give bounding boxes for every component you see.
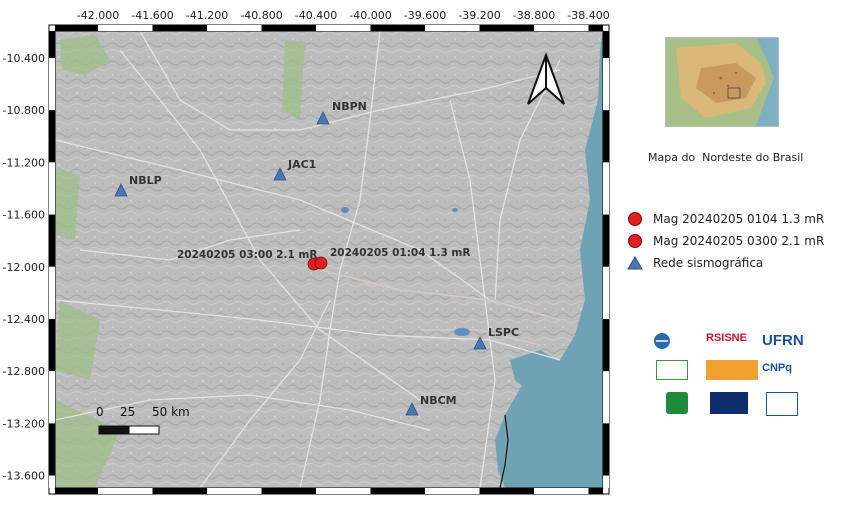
frame-tick <box>603 110 609 163</box>
longitude-tick-label: -40.000 <box>349 9 391 22</box>
frame-tick <box>98 25 153 31</box>
frame-tick <box>207 25 262 31</box>
frame-tick <box>534 25 589 31</box>
longitude-tick-label: -41.200 <box>186 9 228 22</box>
blue-triangle-icon <box>627 256 643 270</box>
latitude-tick-label: -13.200 <box>3 417 45 430</box>
longitude-tick-label: -38.400 <box>567 9 609 22</box>
frame-tick <box>207 488 262 494</box>
longitude-tick-label: -40.400 <box>295 9 337 22</box>
longitude-tick-label: -38.800 <box>513 9 555 22</box>
station-label-lspc: LSPC <box>488 326 519 339</box>
institution-logos: RSISNE UFRN CNPq <box>652 330 812 420</box>
longitude-tick-label: -40.800 <box>240 9 282 22</box>
longitude-tick-label: -41.600 <box>131 9 173 22</box>
latitude-tick-label: -12.400 <box>3 313 45 326</box>
frame-tick <box>603 58 609 111</box>
latitude-tick-label: -12.000 <box>3 261 45 274</box>
frame-tick <box>534 488 589 494</box>
legend-item: Rede sismográfica <box>627 252 824 274</box>
frame-tick <box>152 488 207 494</box>
frame-tick <box>152 25 207 31</box>
latitude-tick-label: -10.800 <box>3 104 45 117</box>
inct-logo <box>656 360 688 380</box>
latitude-tick-label: -13.600 <box>3 470 45 483</box>
frame-tick <box>479 25 534 31</box>
frame-tick <box>49 31 55 58</box>
frame-tick <box>49 475 55 488</box>
scale-label-25: 25 <box>120 405 135 419</box>
frame-tick <box>588 25 603 31</box>
frame-tick <box>603 31 609 58</box>
event-label-0300: 20240205 03:00 2.1 mR <box>177 249 317 261</box>
frame-tick <box>425 25 480 31</box>
frame-tick <box>49 214 55 267</box>
longitude-ticks: -42.000 -41.600 -41.200 -40.800 -40.400 -40.0… <box>77 9 610 22</box>
rsbr-logo <box>710 392 748 414</box>
cnpq-logo: CNPq <box>762 362 792 374</box>
rsisne-logo: RSISNE <box>706 332 747 344</box>
frame-tick <box>370 25 425 31</box>
frame-tick <box>603 214 609 267</box>
frame-tick <box>49 319 55 372</box>
frame-tick <box>261 488 316 494</box>
longitude-tick-label: -39.200 <box>458 9 500 22</box>
latitude-ticks: -10.400 -10.800 -11.200 -11.600 -12.000 -12.4… <box>3 52 45 483</box>
inset-map <box>665 37 779 127</box>
legend-label: Mag 20240205 0104 1.3 mR <box>653 212 825 226</box>
frame-tick <box>603 162 609 215</box>
frame-tick <box>603 423 609 476</box>
legend: Mag 20240205 0104 1.3 mR Mag 20240205 03… <box>627 208 824 274</box>
red-circle-icon <box>628 212 642 226</box>
frame-tick <box>49 266 55 319</box>
cprm-logo <box>766 392 798 416</box>
frame-tick <box>55 488 98 494</box>
station-label-nbpn: NBPN <box>332 100 367 113</box>
petrobras-logo <box>666 392 688 414</box>
defesa-civil-logo <box>706 360 758 380</box>
frame-tick <box>479 488 534 494</box>
scale-label-50: 50 km <box>152 405 190 419</box>
frame-tick <box>49 162 55 215</box>
station-label-nbcm: NBCM <box>420 394 457 407</box>
ufrn-logo: UFRN <box>762 332 804 349</box>
labsis-logo <box>652 330 702 352</box>
frame-tick <box>49 423 55 476</box>
frame-tick <box>316 488 371 494</box>
station-label-jac1: JAC1 <box>287 158 316 171</box>
station-label-nblp: NBLP <box>129 174 162 187</box>
frame-tick <box>98 488 153 494</box>
event-label-0104: 20240205 01:04 1.3 mR <box>330 247 470 259</box>
frame-tick <box>588 488 603 494</box>
frame-tick <box>316 25 371 31</box>
legend-item: Mag 20240205 0104 1.3 mR <box>627 208 824 230</box>
longitude-tick-label: -42.000 <box>77 9 119 22</box>
inset-caption: Mapa do Nordeste do Brasil <box>648 151 804 164</box>
longitude-tick-label: -39.600 <box>404 9 446 22</box>
frame-tick <box>261 25 316 31</box>
frame-tick <box>55 25 98 31</box>
legend-label: Rede sismográfica <box>653 256 764 270</box>
frame-tick <box>49 58 55 111</box>
latitude-tick-label: -10.400 <box>3 52 45 65</box>
frame-tick <box>603 475 609 488</box>
frame-tick <box>370 488 425 494</box>
latitude-tick-label: -12.800 <box>3 365 45 378</box>
scale-label-0: 0 <box>96 405 104 419</box>
frame-tick <box>49 371 55 424</box>
legend-item: Mag 20240205 0300 2.1 mR <box>627 230 824 252</box>
frame-tick <box>603 371 609 424</box>
red-circle-icon <box>628 234 642 248</box>
latitude-tick-label: -11.200 <box>3 156 45 169</box>
frame-tick <box>603 266 609 319</box>
frame-tick <box>49 110 55 163</box>
latitude-tick-label: -11.600 <box>3 209 45 222</box>
frame-tick <box>425 488 480 494</box>
frame-tick <box>603 319 609 372</box>
legend-label: Mag 20240205 0300 2.1 mR <box>653 234 825 248</box>
